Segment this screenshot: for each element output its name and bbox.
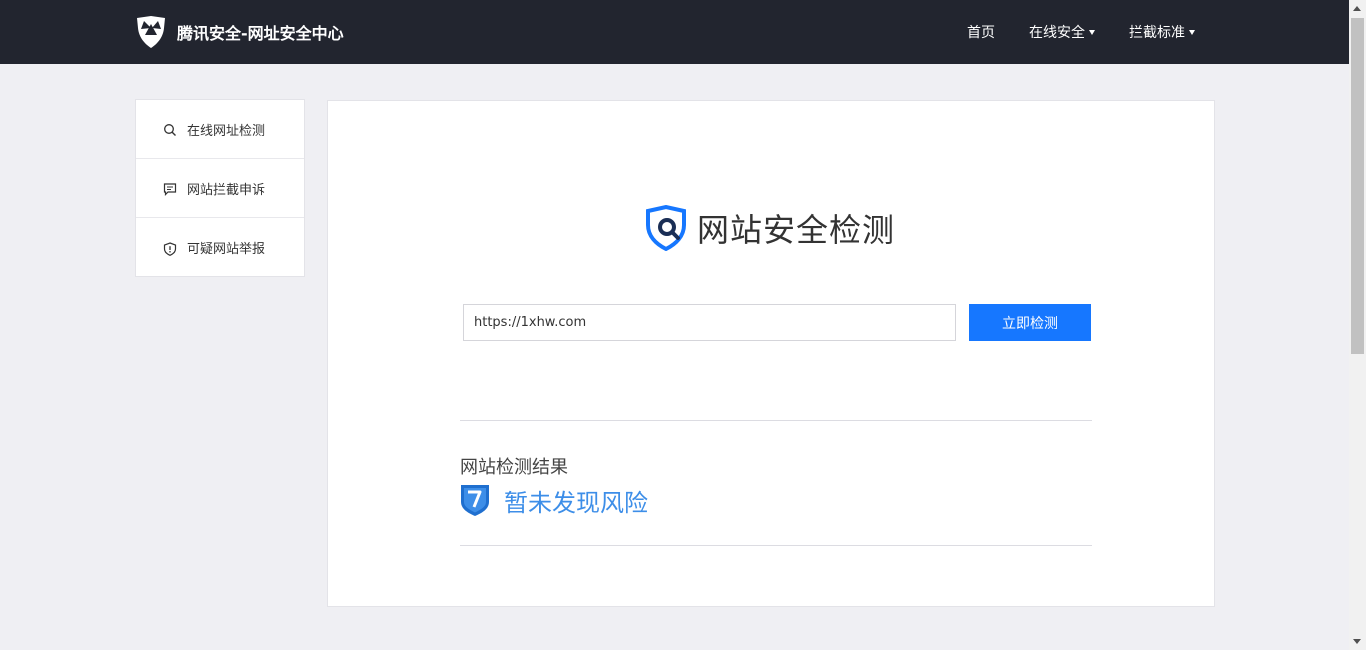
caret-down-icon xyxy=(1189,29,1195,35)
scrollbar-thumb[interactable] xyxy=(1351,18,1364,354)
result-status-row: 暂未发现风险 xyxy=(460,482,648,518)
safe-shield-icon xyxy=(460,483,490,517)
sidebar-item-report[interactable]: 可疑网站举报 xyxy=(136,218,304,277)
shield-alert-icon xyxy=(163,241,177,256)
divider xyxy=(460,420,1092,421)
hero-heading: 网站安全检测 xyxy=(643,204,896,252)
sidebar-item-label: 网站拦截申诉 xyxy=(187,182,266,198)
nav-online-security[interactable]: 在线安全 xyxy=(1029,22,1095,42)
page-scrollbar[interactable] xyxy=(1349,0,1366,650)
page-title: 网站安全检测 xyxy=(697,211,896,249)
brand[interactable]: 腾讯安全-网址安全中心 xyxy=(135,14,344,50)
sidebar-item-url-check[interactable]: 在线网址检测 xyxy=(136,100,304,159)
site-title: 腾讯安全-网址安全中心 xyxy=(177,24,344,43)
shield-search-icon xyxy=(643,204,689,252)
nav-home-label: 首页 xyxy=(967,25,995,41)
check-now-button[interactable]: 立即检测 xyxy=(969,304,1091,341)
scroll-up-icon[interactable] xyxy=(1353,6,1361,11)
message-icon xyxy=(163,181,177,196)
sidebar-item-appeal[interactable]: 网站拦截申诉 xyxy=(136,159,304,218)
nav-block-standards-label: 拦截标准 xyxy=(1129,25,1185,41)
result-heading: 网站检测结果 xyxy=(460,457,568,478)
caret-down-icon xyxy=(1089,29,1095,35)
nav-online-security-label: 在线安全 xyxy=(1029,25,1085,41)
search-icon xyxy=(163,122,177,136)
divider xyxy=(460,545,1092,546)
scroll-down-icon[interactable] xyxy=(1353,639,1361,644)
nav-home[interactable]: 首页 xyxy=(967,22,995,42)
result-status-text: 暂未发现风险 xyxy=(504,488,648,517)
sidebar: 在线网址检测 网站拦截申诉 可疑网站举报 xyxy=(135,99,305,277)
tencent-shield-logo-icon xyxy=(135,15,167,49)
url-input[interactable] xyxy=(463,304,956,341)
main-panel: 网站安全检测 立即检测 网站检测结果 暂未发现风险 xyxy=(327,100,1215,607)
top-header: 腾讯安全-网址安全中心 首页 在线安全 拦截标准 xyxy=(0,0,1349,64)
sidebar-item-label: 可疑网站举报 xyxy=(187,242,266,257)
sidebar-item-label: 在线网址检测 xyxy=(187,123,266,139)
nav-block-standards[interactable]: 拦截标准 xyxy=(1129,22,1195,42)
top-nav: 首页 在线安全 拦截标准 xyxy=(933,0,1195,64)
